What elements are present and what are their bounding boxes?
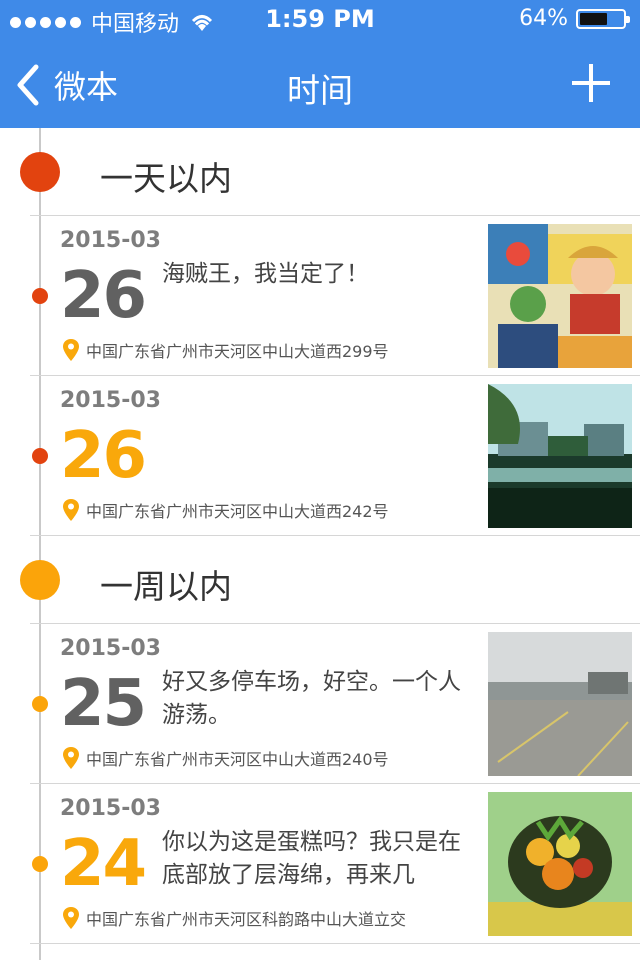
- anime-poster-image: [488, 224, 632, 368]
- section-dot: [20, 560, 60, 600]
- entry-photo[interactable]: [488, 792, 632, 936]
- timeline-entry[interactable]: 2015-03 24 你以为这是蛋糕吗？我只是在底部放了层海绵，再来几 中国广东…: [0, 784, 640, 944]
- status-right: 64%: [519, 6, 630, 31]
- location-pin-icon: [63, 907, 79, 929]
- status-bar: 中国移动 1:59 PM 64%: [0, 0, 640, 40]
- timeline-entry[interactable]: 2015-03 26 中国广东省广州市天河区中山大道西242号: [0, 376, 640, 536]
- entry-day: 24: [60, 827, 147, 901]
- section-title: 一天以内: [100, 159, 232, 198]
- entry-dot: [32, 696, 48, 712]
- entry-text: 好又多停车场，好空。一个人游荡。: [162, 669, 461, 728]
- lake-buildings-image: [488, 384, 632, 528]
- timeline-entry[interactable]: 2015-03 26 海贼王，我当定了！ 中国广东省广州市天河区中山大道西299…: [0, 216, 640, 376]
- timeline-entry[interactable]: 2015-03 25 好又多停车场，好空。一个人游荡。 中国广东省广州市天河区中…: [0, 624, 640, 784]
- entry-month: 2015-03: [60, 636, 161, 661]
- header: 中国移动 1:59 PM 64% 微本 时间: [0, 0, 640, 128]
- battery-percent: 64%: [519, 6, 568, 31]
- location-text: 中国广东省广州市天河区中山大道西242号: [86, 502, 389, 521]
- entry-dot: [32, 856, 48, 872]
- divider: [30, 943, 640, 944]
- entry-text: 你以为这是蛋糕吗？我只是在底部放了层海绵，再来几: [162, 829, 461, 888]
- location-text: 中国广东省广州市天河区中山大道西299号: [86, 342, 389, 361]
- location-text: 中国广东省广州市天河区中山大道西240号: [86, 750, 389, 769]
- entry-photo[interactable]: [488, 632, 632, 776]
- parking-lot-image: [488, 632, 632, 776]
- location-pin-icon: [63, 747, 79, 769]
- entry-month: 2015-03: [60, 228, 161, 253]
- add-button[interactable]: [572, 64, 610, 102]
- entry-day: 25: [60, 667, 147, 741]
- entry-location: 中国广东省广州市天河区中山大道西242号: [62, 498, 389, 522]
- location-pin-icon: [63, 499, 79, 521]
- entry-dot: [32, 288, 48, 304]
- fruit-cake-image: [488, 792, 632, 936]
- entry-text: 海贼王，我当定了！: [162, 261, 369, 287]
- entry-location: 中国广东省广州市天河区科韵路中山大道立交: [62, 906, 406, 930]
- entry-dot: [32, 448, 48, 464]
- page-title: 时间: [287, 71, 353, 110]
- section-title: 一周以内: [100, 567, 232, 606]
- section-dot: [20, 152, 60, 192]
- entry-text: [162, 418, 478, 484]
- entry-day: 26: [60, 259, 147, 333]
- entry-location: 中国广东省广州市天河区中山大道西299号: [62, 338, 389, 362]
- entry-day: 26: [60, 419, 147, 493]
- entry-location: 中国广东省广州市天河区中山大道西240号: [62, 746, 389, 770]
- nav-bar: 微本 时间: [0, 40, 640, 128]
- entry-month: 2015-03: [60, 796, 161, 821]
- entry-month: 2015-03: [60, 388, 161, 413]
- entry-photo[interactable]: [488, 384, 632, 528]
- battery-icon: [576, 8, 630, 29]
- section-header-today: 一天以内: [0, 128, 640, 216]
- location-pin-icon: [63, 339, 79, 361]
- location-text: 中国广东省广州市天河区科韵路中山大道立交: [86, 910, 407, 929]
- section-header-week: 一周以内: [0, 536, 640, 624]
- entry-photo[interactable]: [488, 224, 632, 368]
